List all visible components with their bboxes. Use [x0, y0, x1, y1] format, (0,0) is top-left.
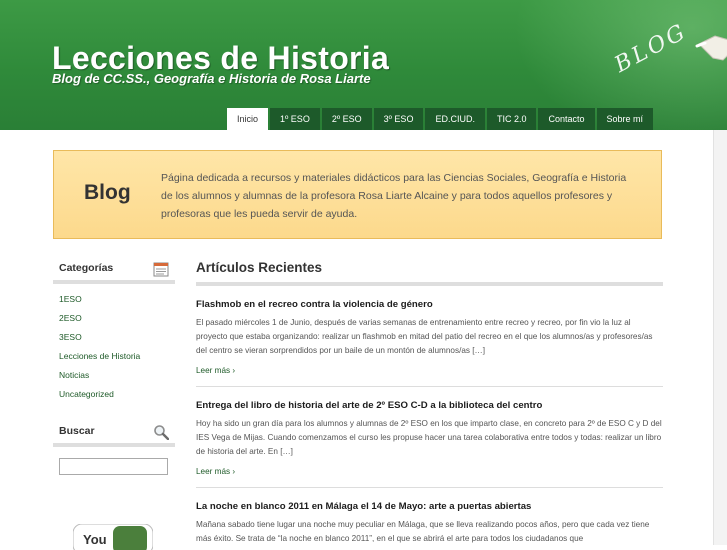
tab-ed-ciud[interactable]: ED.CIUD. — [425, 108, 485, 130]
site-header: Lecciones de Historia Blog de CC.SS., Ge… — [0, 0, 727, 130]
tab-contacto[interactable]: Contacto — [538, 108, 595, 130]
sidebar: Categorías 1ESO 2ESO 3ESO Lecciones de H… — [53, 258, 175, 550]
banner-text: Página dedicada a recursos y materiales … — [161, 172, 627, 220]
post-item: Entrega del libro de historia del arte d… — [196, 399, 663, 488]
category-link-1eso[interactable]: 1ESO — [53, 290, 175, 309]
main-content: Artículos Recientes Flashmob en el recre… — [196, 258, 663, 543]
post-excerpt: Hoy ha sido un gran día para los alumnos… — [196, 419, 662, 456]
post-divider — [196, 386, 663, 387]
tab-sobre-mi[interactable]: Sobre mí — [596, 108, 654, 130]
site-tagline: Blog de CC.SS., Geografía e Historia de … — [52, 71, 371, 86]
tab-2-eso[interactable]: 2º ESO — [321, 108, 372, 130]
recent-posts-heading: Artículos Recientes — [196, 258, 663, 286]
tab-inicio[interactable]: Inicio — [227, 108, 269, 130]
calendar-icon — [153, 262, 169, 277]
read-more-link[interactable]: Leer más › — [196, 366, 663, 375]
tab-3-eso[interactable]: 3º ESO — [373, 108, 424, 130]
search-input[interactable] — [59, 458, 168, 475]
post-title-link[interactable]: Flashmob en el recreo contra la violenci… — [196, 298, 663, 312]
page-scrollbar[interactable] — [713, 130, 727, 545]
intro-banner: Blog Página dedicada a recursos y materi… — [53, 150, 662, 239]
search-section: Buscar — [53, 421, 175, 447]
post-title-link[interactable]: La noche en blanco 2011 en Málaga el 14 … — [196, 500, 663, 514]
category-link-2eso[interactable]: 2ESO — [53, 309, 175, 328]
tab-tic-20[interactable]: TIC 2.0 — [486, 108, 537, 130]
category-list: 1ESO 2ESO 3ESO Lecciones de Historia Not… — [53, 290, 175, 404]
chalk-hand-icon — [695, 35, 727, 61]
tab-1-eso[interactable]: 1º ESO — [270, 108, 320, 130]
magnifier-icon — [154, 425, 169, 440]
main-nav: Inicio 1º ESO 2º ESO 3º ESO ED.CIUD. TIC… — [227, 108, 655, 130]
search-title: Buscar — [59, 425, 95, 437]
post-title-link[interactable]: Entrega del libro de historia del arte d… — [196, 399, 663, 413]
post-item: La noche en blanco 2011 en Málaga el 14 … — [196, 500, 663, 546]
search-heading: Buscar — [53, 421, 175, 447]
category-link-uncategorized[interactable]: Uncategorized — [53, 385, 175, 404]
categories-title: Categorías — [59, 262, 114, 274]
category-link-noticias[interactable]: Noticias — [53, 366, 175, 385]
category-link-3eso[interactable]: 3ESO — [53, 328, 175, 347]
category-link-lecciones[interactable]: Lecciones de Historia — [53, 347, 175, 366]
post-excerpt: El pasado miércoles 1 de Junio, después … — [196, 318, 653, 355]
youtube-badge-icon[interactable]: You — [73, 524, 153, 550]
banner-title: Blog — [84, 181, 131, 204]
post-excerpt: Mañana sabado tiene lugar una noche muy … — [196, 520, 650, 543]
post-divider — [196, 487, 663, 488]
post-item: Flashmob en el recreo contra la violenci… — [196, 298, 663, 387]
categories-heading: Categorías — [53, 258, 175, 284]
read-more-link[interactable]: Leer más › — [196, 467, 663, 476]
